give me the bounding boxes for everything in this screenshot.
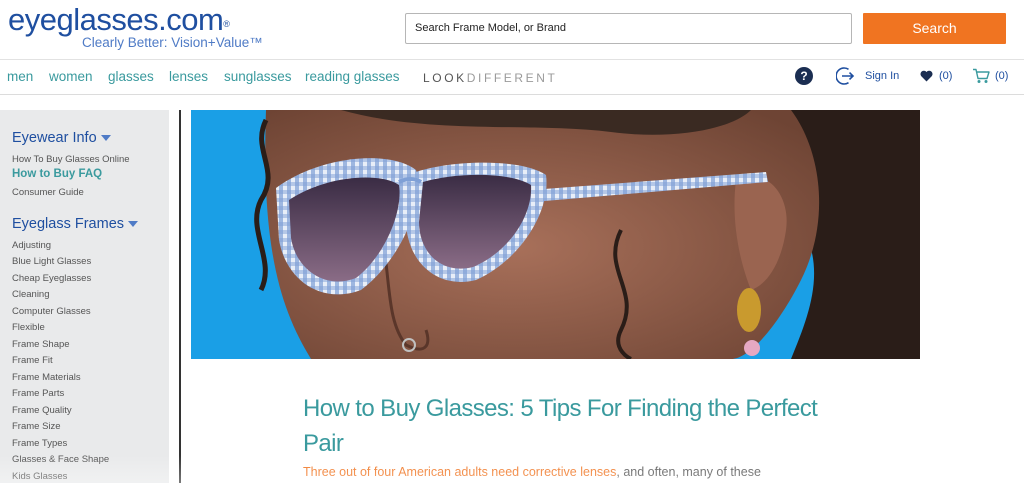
- sidebar-link-cheap-eyeglasses[interactable]: Cheap Eyeglasses: [12, 273, 91, 284]
- sidebar-link-frame-types[interactable]: Frame Types: [12, 438, 67, 449]
- nav-glasses[interactable]: glasses: [108, 69, 154, 84]
- sidebar-link-kids-glasses[interactable]: Kids Glasses: [12, 471, 67, 482]
- article-intro: Three out of four American adults need c…: [303, 465, 813, 479]
- sidebar-link-frame-size[interactable]: Frame Size: [12, 421, 61, 432]
- look-different-link[interactable]: LOOKDIFFERENT: [423, 71, 557, 85]
- sidebar-link-frame-fit[interactable]: Frame Fit: [12, 355, 53, 366]
- sidebar-link-how-to-buy-faq[interactable]: How to Buy FAQ: [12, 168, 102, 180]
- sidebar: Eyewear Info How To Buy Glasses Online H…: [0, 110, 169, 483]
- search-button[interactable]: Search: [863, 13, 1006, 44]
- nav-lenses[interactable]: lenses: [169, 69, 208, 84]
- intro-text: , and often, many of these: [616, 465, 761, 479]
- nav-women[interactable]: women: [49, 69, 93, 84]
- nav-men[interactable]: men: [7, 69, 33, 84]
- nav-reading-glasses[interactable]: reading glasses: [305, 69, 400, 84]
- sidebar-divider: [179, 110, 181, 483]
- sidebar-link-glasses-face-shape[interactable]: Glasses & Face Shape: [12, 454, 109, 465]
- logo-text: eyeglasses.com: [8, 2, 224, 37]
- hero-image: [191, 110, 920, 359]
- caret-down-icon: [100, 135, 111, 142]
- cart-icon[interactable]: [972, 68, 990, 84]
- sidebar-link-frame-parts[interactable]: Frame Parts: [12, 388, 64, 399]
- heart-icon[interactable]: [920, 70, 933, 82]
- sidebar-link-cleaning[interactable]: Cleaning: [12, 289, 50, 300]
- sidebar-heading-label: Eyeglass Frames: [12, 216, 125, 232]
- sidebar-link-how-to-buy-online[interactable]: How To Buy Glasses Online: [12, 154, 130, 165]
- article-title: How to Buy Glasses: 5 Tips For Finding t…: [303, 395, 818, 457]
- sign-in-link[interactable]: Sign In: [865, 70, 899, 82]
- site-header: eyeglasses.com® Clearly Better: Vision+V…: [0, 0, 1024, 60]
- sign-in-icon[interactable]: [836, 66, 856, 86]
- look-text: LOOK: [423, 71, 467, 85]
- sidebar-link-computer-glasses[interactable]: Computer Glasses: [12, 306, 91, 317]
- caret-down-icon: [128, 221, 139, 228]
- logo-tagline: Clearly Better: Vision+Value™: [82, 35, 263, 50]
- site-logo[interactable]: eyeglasses.com® Clearly Better: Vision+V…: [8, 2, 263, 51]
- hero-illustration: [254, 110, 920, 359]
- sidebar-link-frame-shape[interactable]: Frame Shape: [12, 339, 70, 350]
- sidebar-link-consumer-guide[interactable]: Consumer Guide: [12, 187, 84, 198]
- sidebar-link-flexible[interactable]: Flexible: [12, 322, 45, 333]
- nav-sunglasses[interactable]: sunglasses: [224, 69, 292, 84]
- different-text: DIFFERENT: [466, 71, 558, 85]
- cart-count[interactable]: (0): [995, 70, 1008, 82]
- sidebar-link-adjusting[interactable]: Adjusting: [12, 240, 51, 251]
- sidebar-link-frame-materials[interactable]: Frame Materials: [12, 372, 81, 383]
- sidebar-link-blue-light[interactable]: Blue Light Glasses: [12, 256, 91, 267]
- help-icon[interactable]: ?: [795, 67, 813, 85]
- search-input[interactable]: Search Frame Model, or Brand: [405, 13, 852, 44]
- sidebar-link-frame-quality[interactable]: Frame Quality: [12, 405, 72, 416]
- main-nav: men women glasses lenses sunglasses read…: [0, 61, 1024, 95]
- sidebar-heading-eyeglass-frames[interactable]: Eyeglass Frames: [12, 216, 139, 232]
- intro-link[interactable]: Three out of four American adults need c…: [303, 465, 616, 479]
- sidebar-heading-label: Eyewear Info: [12, 130, 97, 146]
- sidebar-heading-eyewear-info[interactable]: Eyewear Info: [12, 130, 111, 146]
- logo-reg-mark: ®: [223, 19, 230, 29]
- wishlist-count[interactable]: (0): [939, 70, 952, 82]
